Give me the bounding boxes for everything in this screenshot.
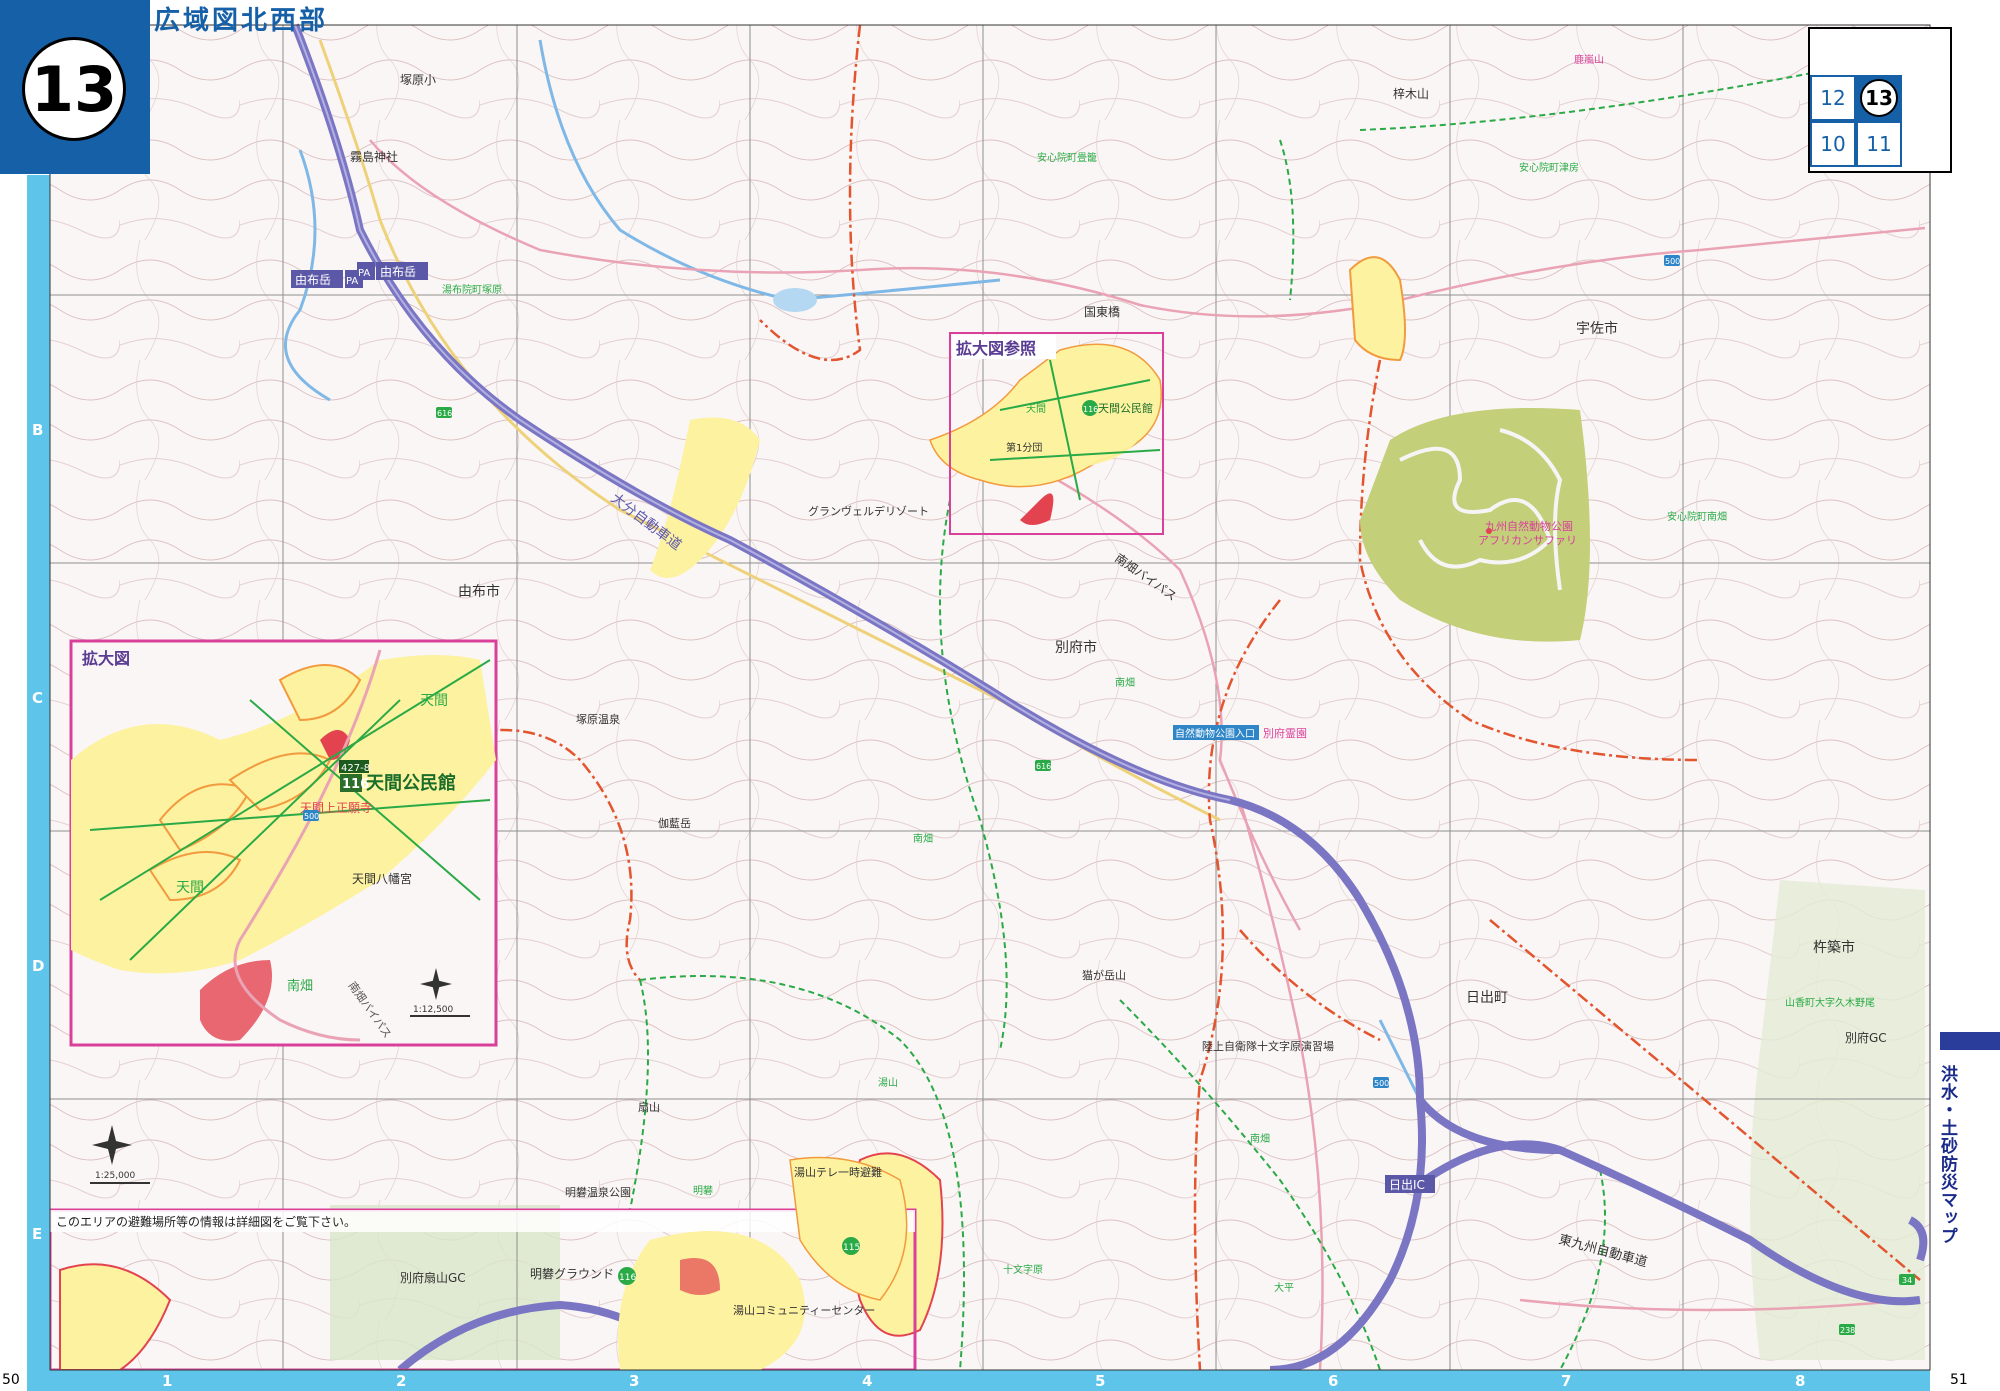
col-label-8: 8: [1795, 1372, 1805, 1390]
right-page-number: 51: [1950, 1372, 1968, 1388]
svg-text:616: 616: [437, 409, 452, 418]
label-tsukahara-onsen: 塚原温泉: [576, 712, 620, 726]
col-label-6: 6: [1328, 1372, 1338, 1390]
inset-tenma-1: 天間: [420, 693, 448, 709]
index-map: 12 13 10 11: [1808, 27, 1952, 173]
label-hiji-town: 日出町: [1466, 990, 1508, 1006]
label-anshinin-matsu: 安心院町畳籠: [1037, 151, 1097, 164]
row-label-b: B: [32, 421, 43, 439]
label-nekodake: 猫が岳山: [1082, 968, 1126, 982]
inset-minamibata: 南畑: [287, 978, 313, 994]
row-label-c: C: [32, 689, 43, 707]
col-label-1: 1: [162, 1372, 172, 1390]
label-usa-city: 宇佐市: [1576, 320, 1618, 337]
label-anshinin-minamibata: 安心院町南畑: [1667, 510, 1727, 523]
label-ogiyama-gc: 別府扇山GC: [400, 1270, 466, 1285]
svg-text:34: 34: [1902, 1276, 1912, 1285]
label-kiri-shrine: 霧島神社: [350, 149, 398, 164]
label-grand-velde: グランヴェルデリゾート: [808, 504, 929, 518]
side-tab: 洪水・土砂防災マップ: [1937, 1065, 1957, 1245]
inset-tenma-2: 天間: [176, 880, 204, 896]
inset-title: 拡大図: [82, 649, 130, 668]
label-myoban-park: 明礬温泉公園: [565, 1185, 631, 1199]
pa-left: PA: [346, 276, 358, 287]
yufudake-left: 由布岳: [295, 273, 331, 287]
col-label-5: 5: [1095, 1372, 1105, 1390]
index-cell-11[interactable]: 11: [1856, 121, 1902, 167]
scale-label: 1:25,000: [95, 1171, 136, 1181]
label-oohira: 大平: [1274, 1281, 1294, 1294]
inset-scale: 1:12,500: [413, 1005, 454, 1015]
index-cell-10[interactable]: 10: [1810, 121, 1856, 167]
label-beppu-gc: 別府GC: [1845, 1030, 1887, 1045]
lake: [773, 288, 817, 312]
svg-text:116: 116: [1083, 405, 1098, 414]
label-yuyama-center: 湯山コミュニティーセンター: [733, 1304, 875, 1317]
enlarge-inset: 116 427-8 拡大図 天間 天間 天間公民館 天間上正願寺 天間八幡宮 南…: [69, 639, 498, 1047]
label-tenma-small: 天間: [1026, 403, 1046, 415]
grid-bar-left: [27, 175, 50, 1370]
grid-bar-bottom: [27, 1370, 1930, 1391]
left-page-number: 50: [2, 1372, 20, 1388]
page-title: 広域図北西部: [154, 6, 329, 36]
inset-hachimangu: 天間八幡宮: [352, 871, 412, 886]
label-yamaga-kubo: 山香町大字久木野尾: [1785, 996, 1875, 1009]
index-cell-current: 13: [1856, 75, 1902, 121]
pa-right: PA: [358, 268, 370, 279]
label-tenma-kominkan: 天間公民館: [1098, 401, 1153, 415]
svg-text:500: 500: [1665, 257, 1680, 266]
label-myoban: 明礬: [693, 1184, 713, 1197]
label-kitsuki-city: 杵築市: [1813, 939, 1855, 956]
yufudake-right: 由布岳: [380, 265, 416, 279]
page-number: 13: [22, 37, 126, 141]
label-juumonji: 十文字原: [1003, 1263, 1043, 1276]
enlarge-ref-label: 拡大図参照: [956, 339, 1036, 358]
svg-text:500: 500: [1374, 1079, 1389, 1088]
label-yufu-city: 由布市: [458, 583, 500, 600]
index-current-number: 13: [1860, 79, 1898, 117]
inset-kominkan: 天間公民館: [366, 772, 456, 794]
label-garandake: 伽藍岳: [658, 816, 691, 830]
label-beppu-city: 別府市: [1055, 639, 1097, 656]
label-myoban-ground: 明礬グラウンド: [530, 1267, 614, 1281]
label-kyushu-zoo-1: 九州自然動物公園: [1485, 519, 1573, 533]
label-jieitai: 陸上自衛隊十文字原演習場: [1202, 1039, 1334, 1053]
label-zoo-entrance: 自然動物公園入口: [1175, 727, 1255, 740]
label-minamibata2: 南畑: [913, 832, 933, 845]
label-kuromiyama: 梓木山: [1393, 86, 1429, 101]
side-tab-bar: [1940, 1032, 2000, 1050]
hiji-ic: 日出IC: [1389, 1178, 1425, 1192]
label-minamibata3: 南畑: [1250, 1132, 1270, 1145]
label-ogiyama: 扇山: [638, 1100, 660, 1114]
svg-text:500: 500: [304, 812, 319, 821]
label-beppu-rice: 別府霊園: [1263, 726, 1307, 740]
svg-text:238: 238: [1840, 1326, 1855, 1335]
label-yufuin-town: 湯布院町塚原: [442, 283, 502, 296]
detail-notice: このエリアの避難場所等の情報は詳細図をご覧下さい。: [56, 1214, 356, 1229]
page-badge: 13: [0, 0, 150, 174]
label-kunimibashi: 国東橋: [1084, 305, 1120, 319]
index-cell-12[interactable]: 12: [1810, 75, 1856, 121]
col-label-2: 2: [396, 1372, 406, 1390]
svg-text:116: 116: [619, 1273, 636, 1283]
col-label-4: 4: [862, 1372, 872, 1390]
svg-text:115: 115: [843, 1243, 860, 1253]
label-daiiti-bun: 第1分団: [1006, 441, 1042, 454]
svg-text:616: 616: [1036, 762, 1051, 771]
label-yuyama: 湯山: [878, 1076, 898, 1089]
col-label-3: 3: [629, 1372, 639, 1390]
label-kyushu-zoo-2: アフリカンサファリ: [1478, 534, 1577, 547]
label-yuyama-terrace: 湯山テレ一時避難: [794, 1165, 882, 1179]
label-sake-jyo: 鹿嵐山: [1574, 53, 1604, 66]
label-kanoharasho: 塚原小: [400, 73, 436, 87]
row-label-d: D: [32, 957, 44, 975]
hazard-map: 拡大図参照 116 427-8 拡大図 天間 天間 天間公民館 天間上正願寺 天…: [27, 23, 1931, 1391]
col-label-7: 7: [1561, 1372, 1571, 1390]
label-anshinin-tsumai: 安心院町津房: [1519, 161, 1579, 174]
row-label-e: E: [32, 1225, 42, 1243]
label-minamibata: 南畑: [1115, 676, 1135, 689]
